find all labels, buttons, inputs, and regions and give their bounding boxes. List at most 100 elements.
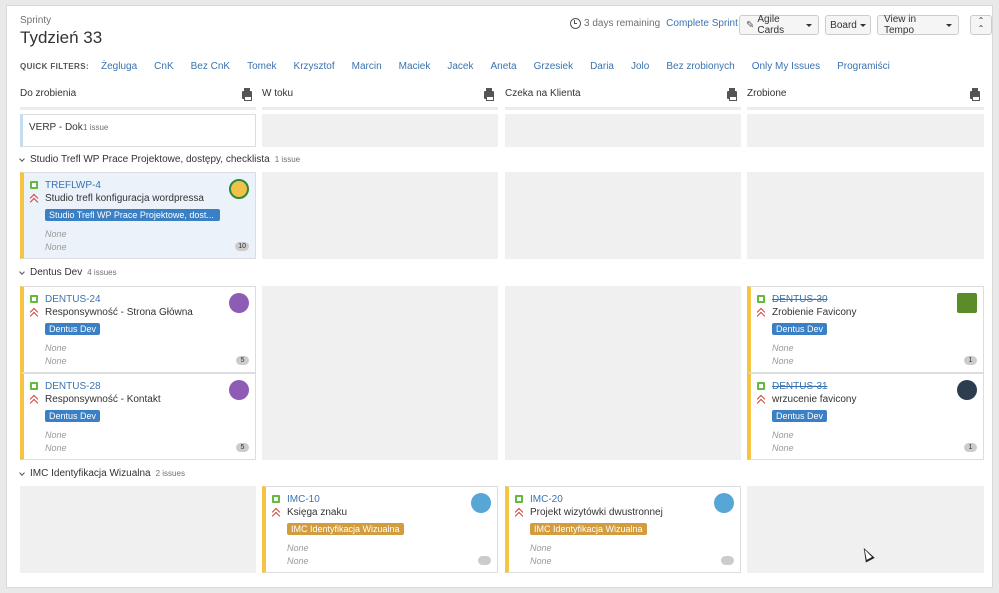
- view-in-tempo-label: View in Tempo: [884, 14, 917, 36]
- board-button[interactable]: Board: [825, 15, 871, 35]
- quick-filter[interactable]: Only My Issues: [752, 61, 820, 72]
- epic-label: Dentus Dev: [772, 410, 828, 422]
- swimlane-cell: VERP - Dok 1 issue: [20, 114, 256, 147]
- column-title: W toku: [262, 88, 294, 99]
- quick-filter[interactable]: Programiści: [837, 61, 890, 72]
- quick-filter[interactable]: CnK: [154, 61, 173, 72]
- column-header: Do zrobienia: [20, 88, 256, 110]
- quick-filter[interactable]: Jolo: [631, 61, 649, 72]
- printer-icon[interactable]: [727, 88, 737, 101]
- quick-filter[interactable]: Marcin: [352, 61, 382, 72]
- priority-highest-icon: [30, 308, 38, 317]
- field-value: None: [45, 356, 67, 366]
- column-header: W toku: [262, 88, 498, 110]
- issue-card[interactable]: TREFLWP-4 Studio trefl konfiguracja word…: [20, 172, 256, 259]
- agile-cards-button[interactable]: ✎ Agile Cards: [739, 14, 819, 36]
- avatar: [471, 493, 491, 513]
- issue-card[interactable]: IMC-20 Projekt wizytówki dwustronnej IMC…: [505, 486, 741, 573]
- empty-cell: [262, 286, 498, 460]
- field-value: None: [45, 343, 67, 353]
- field-value: None: [772, 343, 794, 353]
- quick-filter[interactable]: Krzysztof: [294, 61, 335, 72]
- epic-label: IMC Identyfikacja Wizualna: [530, 523, 647, 535]
- epic-label: Studio Trefl WP Prace Projektowe, dost..…: [45, 209, 220, 221]
- view-in-tempo-button[interactable]: View in Tempo: [877, 14, 959, 36]
- issue-key[interactable]: TREFLWP-4: [45, 180, 101, 191]
- quick-filter[interactable]: Bez zrobionych: [666, 61, 734, 72]
- issue-summary: Zrobienie Favicony: [772, 307, 857, 318]
- field-value: None: [45, 229, 67, 239]
- issue-card[interactable]: DENTUS-30 Zrobienie Favicony Dentus Dev …: [747, 286, 984, 373]
- swimlane-title: Studio Trefl WP Prace Projektowe, dostęp…: [30, 154, 270, 165]
- field-value: None: [772, 430, 794, 440]
- epic-label: IMC Identyfikacja Wizualna: [287, 523, 404, 535]
- empty-cell: [262, 172, 498, 259]
- printer-icon[interactable]: [970, 88, 980, 101]
- printer-icon[interactable]: [484, 88, 494, 101]
- priority-highest-icon: [30, 194, 38, 203]
- quick-filter[interactable]: Daria: [590, 61, 614, 72]
- issue-card[interactable]: DENTUS-31 wrzucenie favicony Dentus Dev …: [747, 373, 984, 460]
- double-chevron-up-icon: ⌃ ⌃: [977, 16, 985, 33]
- swimlane-title: VERP - Dok: [29, 122, 83, 133]
- swimlane-count: 1 issue: [83, 123, 109, 132]
- issue-card[interactable]: IMC-10 Księga znaku IMC Identyfikacja Wi…: [262, 486, 498, 573]
- empty-cell: [20, 486, 256, 573]
- chevron-down-icon: [19, 469, 25, 476]
- empty-cell: [747, 114, 984, 147]
- swimlane-count: 1 issue: [274, 155, 301, 164]
- issue-key[interactable]: DENTUS-31: [772, 381, 828, 392]
- priority-highest-icon: [757, 395, 765, 404]
- field-value: None: [772, 356, 794, 366]
- issue-card[interactable]: DENTUS-28 Responsywność - Kontakt Dentus…: [20, 373, 256, 460]
- field-value: None: [45, 443, 67, 453]
- issue-key[interactable]: DENTUS-24: [45, 294, 101, 305]
- chevron-down-icon: [946, 23, 952, 27]
- issue-key[interactable]: DENTUS-28: [45, 381, 101, 392]
- chevron-down-icon: [806, 23, 812, 27]
- field-value: None: [45, 242, 67, 252]
- quick-filter[interactable]: Tomek: [247, 61, 276, 72]
- empty-cell: [747, 172, 984, 259]
- field-value: None: [530, 556, 552, 566]
- agile-cards-label: Agile Cards: [757, 14, 785, 36]
- column-title: Czeka na Klienta: [505, 88, 581, 99]
- board-frame: Sprinty Tydzień 33 3 days remaining Comp…: [6, 5, 993, 588]
- quick-filter[interactable]: Żegluga: [101, 61, 137, 72]
- field-value: None: [772, 443, 794, 453]
- quick-filter[interactable]: Jacek: [447, 61, 473, 72]
- board-label: Board: [830, 19, 857, 31]
- swimlane-header[interactable]: Studio Trefl WP Prace Projektowe, dostęp…: [19, 154, 301, 165]
- complete-sprint-link[interactable]: Complete Sprint: [666, 18, 738, 29]
- issue-card[interactable]: DENTUS-24 Responsywność - Strona Główna …: [20, 286, 256, 373]
- issue-summary: wrzucenie favicony: [772, 394, 857, 405]
- issue-key[interactable]: DENTUS-30: [772, 294, 828, 305]
- swimlane-count: 4 issues: [87, 268, 117, 277]
- estimate-badge: 1: [964, 443, 977, 452]
- swimlane-count: 2 issues: [155, 469, 185, 478]
- breadcrumb[interactable]: Sprinty: [20, 15, 51, 26]
- issue-summary: Projekt wizytówki dwustronnej: [530, 507, 663, 518]
- priority-highest-icon: [757, 308, 765, 317]
- avatar: [714, 493, 734, 513]
- issue-key[interactable]: IMC-10: [287, 494, 320, 505]
- estimate-badge: [478, 556, 491, 565]
- swimlane-title: Dentus Dev: [30, 267, 83, 278]
- quick-filter[interactable]: Aneta: [490, 61, 516, 72]
- empty-cell: [262, 114, 498, 147]
- issue-key[interactable]: IMC-20: [530, 494, 563, 505]
- quick-filter[interactable]: Grzesiek: [534, 61, 573, 72]
- quick-filter[interactable]: Maciek: [399, 61, 431, 72]
- collapse-header-button[interactable]: ⌃ ⌃: [970, 15, 992, 35]
- swimlane-header[interactable]: IMC Identyfikacja Wizualna 2 issues: [19, 468, 185, 479]
- clock-icon: [570, 18, 581, 29]
- story-icon: [272, 495, 280, 503]
- avatar: [957, 380, 977, 400]
- printer-icon[interactable]: [242, 88, 252, 101]
- estimate-badge: 10: [235, 242, 249, 251]
- sprint-remaining: 3 days remaining Complete Sprint: [570, 18, 738, 29]
- empty-cell: [505, 286, 741, 460]
- quick-filter[interactable]: Bez CnK: [191, 61, 230, 72]
- issue-summary: Responsywność - Kontakt: [45, 394, 161, 405]
- swimlane-header[interactable]: Dentus Dev 4 issues: [19, 267, 117, 278]
